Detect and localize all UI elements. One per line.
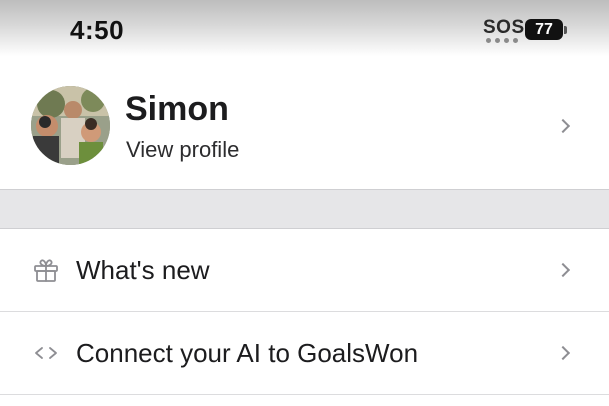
profile-name: Simon (125, 90, 229, 128)
chevron-right-icon (555, 262, 571, 278)
sos-indicator: SOS (483, 17, 525, 38)
menu-item-label: What's new (76, 255, 210, 285)
chevron-right-icon (555, 118, 571, 134)
code-icon (35, 347, 57, 359)
section-separator (0, 189, 609, 229)
battery-level: 77 (535, 20, 553, 38)
status-bar: 4:50 SOS 77 (0, 0, 609, 56)
signal-dots-icon (486, 38, 518, 43)
chevron-right-icon (555, 345, 571, 361)
menu-item-whats-new[interactable]: What's new (0, 229, 609, 312)
battery-icon: 77 (525, 19, 563, 40)
battery-cap (564, 26, 567, 34)
profile-row[interactable]: Simon View profile (0, 56, 609, 189)
menu-item-label: Connect your AI to GoalsWon (76, 338, 419, 368)
avatar (31, 86, 110, 165)
gift-icon (34, 259, 58, 282)
menu-item-connect-ai[interactable]: Connect your AI to GoalsWon (0, 312, 609, 395)
view-profile-link[interactable]: View profile (126, 137, 239, 163)
status-time: 4:50 (70, 15, 125, 45)
